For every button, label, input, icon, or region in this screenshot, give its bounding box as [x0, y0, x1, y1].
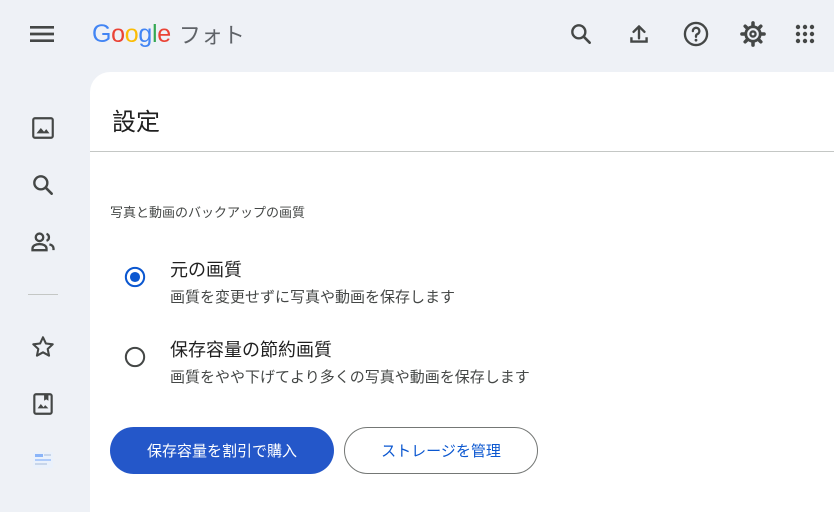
radio-unselected-icon[interactable] [124, 346, 146, 368]
search-icon [33, 175, 53, 195]
option-storage-saver[interactable]: 保存容量の節約画質 画質をやや下げてより多くの写真や動画を保存します [120, 332, 680, 392]
album-icon [33, 393, 53, 415]
favorites-star-icon [32, 336, 54, 357]
logo-letter: o [124, 19, 139, 48]
title-divider [90, 151, 834, 152]
google-wordmark: Google [92, 20, 171, 49]
sidebar-item-albums[interactable] [26, 387, 60, 421]
google-photos-logo[interactable]: Google フォト [92, 16, 245, 52]
sidebar-divider [28, 294, 58, 295]
option-description: 画質をやや下げてより多くの写真や動画を保存します [170, 368, 530, 386]
page-title: 設定 [112, 108, 160, 136]
logo-letter: e [157, 19, 171, 48]
option-title: 元の画質 [170, 260, 242, 281]
upload-button[interactable] [622, 17, 656, 51]
logo-letter: g [138, 19, 152, 48]
sidebar-item-sharing[interactable] [26, 225, 60, 259]
logo-letter: o [111, 19, 125, 48]
top-app-bar: Google フォト [0, 0, 834, 68]
search-button[interactable] [564, 17, 598, 51]
help-icon [683, 21, 709, 47]
settings-button[interactable] [736, 17, 770, 51]
search-icon [571, 24, 591, 44]
radio-selected-icon[interactable] [124, 266, 146, 288]
option-description: 画質を変更せずに写真や動画を保存します [170, 288, 456, 306]
settings-panel: 設定 写真と動画のバックアップの画質 元の画質 画質を変更せずに写真や動画を保存… [90, 72, 834, 512]
sidebar-item-search[interactable] [26, 168, 60, 202]
buy-storage-discount-button[interactable]: 保存容量を割引で購入 [110, 427, 334, 474]
sidebar-item-photos[interactable] [26, 111, 60, 145]
settings-icon [740, 21, 766, 47]
sidebar-item-favorites[interactable] [26, 330, 60, 364]
upload-icon [630, 25, 648, 43]
logo-letter: G [92, 19, 112, 48]
option-original-quality[interactable]: 元の画質 画質を変更せずに写真や動画を保存します [120, 252, 680, 312]
manage-storage-button[interactable]: ストレージを管理 [344, 427, 538, 474]
photos-icon [32, 117, 54, 139]
sidebar-item-app[interactable] [26, 443, 60, 477]
apps-button[interactable] [788, 17, 822, 51]
backup-quality-section-label: 写真と動画のバックアップの画質 [110, 206, 306, 221]
apps-grid-icon [795, 24, 815, 44]
help-button[interactable] [679, 17, 713, 51]
app-thumbnail-icon [33, 452, 53, 468]
main-menu-button[interactable] [26, 18, 58, 50]
option-title: 保存容量の節約画質 [170, 340, 332, 361]
sharing-icon [31, 232, 55, 252]
product-name: フォト [178, 24, 245, 49]
menu-icon [30, 26, 54, 42]
